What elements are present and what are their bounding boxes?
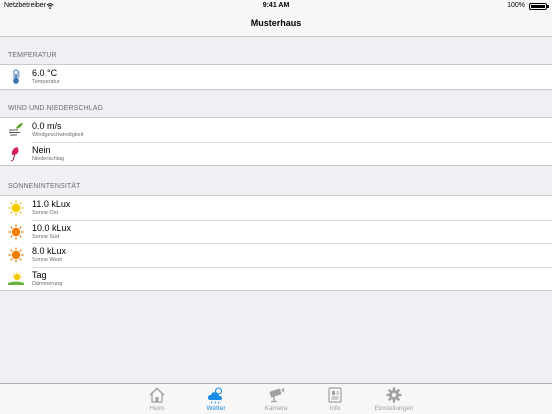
sun-orange-icon — [8, 247, 24, 263]
sun-west-label: Sonne West — [32, 257, 62, 263]
twilight-value: Tag — [32, 269, 47, 280]
list-item-precipitation[interactable]: Nein Niederschlag — [0, 141, 552, 166]
precipitation-label: Niederschlag — [32, 155, 65, 162]
sun-east-label: Sonne Ost — [32, 210, 58, 216]
sun-yellow-icon — [8, 200, 24, 216]
wind-group: 0.0 m/s Windgeschwindigkeit Nein Nieders… — [0, 117, 552, 166]
tab-wetter-label: Wetter — [206, 405, 226, 412]
list-item-twilight[interactable]: Tag Dämmerung — [0, 266, 552, 291]
temperature-group: 6.0 °C Temperatur — [0, 64, 552, 90]
battery-icon — [529, 3, 549, 10]
wind-icon — [9, 123, 23, 136]
sun-south-value: 10.0 kLux — [32, 222, 72, 233]
battery-percent: 100% — [507, 2, 525, 9]
tab-heim-label: Heim — [149, 405, 165, 412]
info-icon — [328, 387, 342, 403]
status-bar: Netzbetreiber 9:41 AM 100% — [0, 0, 552, 12]
sun-east-value: 11.0 kLux — [32, 199, 71, 209]
tab-bar: Heim Wetter Kamera Info Einstellungen — [0, 383, 552, 414]
list-item-sun-east[interactable]: 11.0 kLux Sonne Ost — [0, 196, 552, 220]
gear-icon — [386, 387, 402, 403]
umbrella-icon — [10, 146, 19, 161]
tab-einstellungen-label: Einstellungen — [374, 405, 414, 412]
wind-speed-label: Windgeschwindigkeit — [32, 132, 84, 138]
list-item-temperature[interactable]: 6.0 °C Temperatur — [0, 65, 552, 89]
navigation-bar: Musterhaus — [0, 12, 552, 37]
temperature-value: 6.0 °C — [32, 68, 58, 78]
sunrise-icon — [8, 271, 24, 285]
thermometer-icon — [13, 69, 20, 84]
sun-orange-icon — [8, 224, 24, 239]
list-item-wind-speed[interactable]: 0.0 m/s Windgeschwindigkeit — [0, 118, 552, 142]
tab-einstellungen[interactable]: Einstellungen — [372, 386, 416, 414]
clock: 9:41 AM — [262, 2, 290, 9]
precipitation-value: Nein — [32, 144, 51, 155]
home-icon — [149, 387, 165, 403]
section-header-temperature: TEMPERATUR — [8, 52, 57, 59]
tab-wetter[interactable]: Wetter — [194, 386, 238, 414]
section-header-sun: SONNENINTENSITÄT — [8, 183, 81, 190]
weather-icon — [208, 387, 223, 404]
temperature-label: Temperatur — [32, 79, 60, 85]
page-title: Musterhaus — [250, 18, 302, 28]
twilight-label: Dämmerung — [32, 280, 63, 287]
sun-south-label: Sonne Süd — [32, 233, 60, 240]
tab-info-label: Info — [329, 405, 341, 412]
wind-speed-value: 0.0 m/s — [32, 121, 62, 131]
tab-kamera-label: Kamera — [264, 405, 288, 412]
list-item-sun-south[interactable]: 10.0 kLux Sonne Süd — [0, 219, 552, 244]
section-header-wind: WIND UND NIEDERSCHLAG — [8, 105, 104, 112]
tab-heim[interactable]: Heim — [135, 386, 179, 414]
camera-icon — [269, 388, 284, 403]
tab-info[interactable]: Info — [313, 386, 357, 414]
sun-group: 11.0 kLux Sonne Ost 10.0 kLux Sonne Süd — [0, 195, 552, 291]
tab-kamera[interactable]: Kamera — [254, 386, 298, 414]
sun-west-value: 8.0 kLux — [32, 246, 67, 256]
list-item-sun-west[interactable]: 8.0 kLux Sonne West — [0, 243, 552, 267]
